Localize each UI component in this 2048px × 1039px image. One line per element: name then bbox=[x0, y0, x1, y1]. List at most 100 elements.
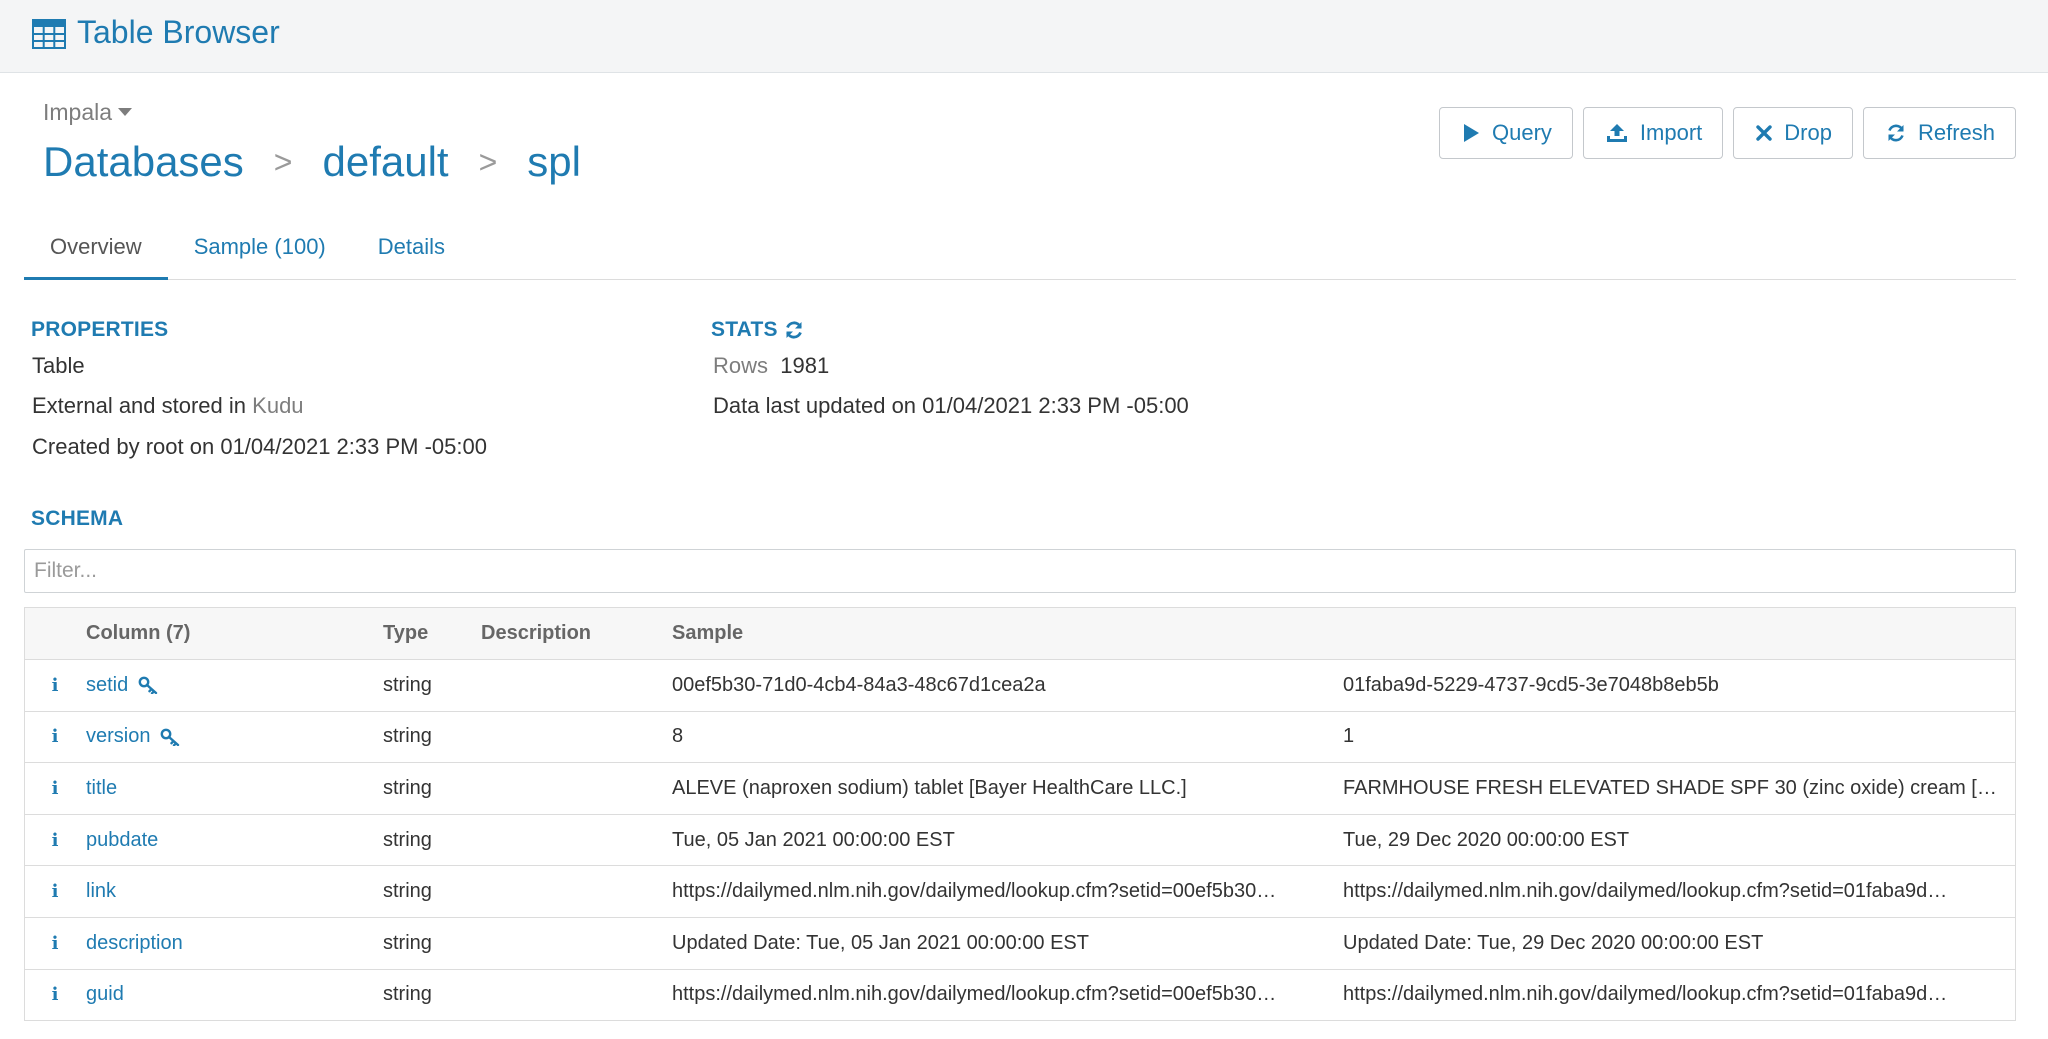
refresh-icon bbox=[1888, 124, 1904, 142]
caret-down-icon bbox=[118, 108, 133, 116]
stats-rows-value: 1981 bbox=[780, 353, 830, 378]
info-icon[interactable]: i bbox=[45, 712, 65, 763]
table-header-row: Column (7) Type Description Sample bbox=[25, 608, 2015, 659]
stats-header: STATS bbox=[711, 318, 804, 342]
drop-button[interactable]: Drop bbox=[1733, 107, 1853, 159]
sample-cell-2: https://dailymed.nlm.nih.gov/dailymed/lo… bbox=[1343, 866, 2011, 917]
column-name-link[interactable]: version bbox=[86, 725, 150, 748]
refresh-button-label: Refresh bbox=[1917, 120, 1995, 145]
column-name-cell: pubdate bbox=[86, 815, 376, 866]
play-icon bbox=[1463, 124, 1479, 142]
drop-button-label: Drop bbox=[1784, 120, 1832, 145]
sample-cell-2: Updated Date: Tue, 29 Dec 2020 00:00:00 … bbox=[1343, 918, 2011, 969]
query-button[interactable]: Query bbox=[1438, 107, 1573, 159]
sample-value-2: FARMHOUSE FRESH ELEVATED SHADE SPF 30 (z… bbox=[1343, 776, 1997, 799]
column-name-link[interactable]: link bbox=[86, 880, 116, 903]
sample-value-1: Updated Date: Tue, 05 Jan 2021 00:00:00 … bbox=[672, 931, 1089, 954]
sample-value-1: https://dailymed.nlm.nih.gov/dailymed/lo… bbox=[672, 983, 1277, 1006]
stats-last-updated: Data last updated on 01/04/2021 2:33 PM … bbox=[713, 393, 1189, 418]
property-created: Created by root on 01/04/2021 2:33 PM -0… bbox=[32, 434, 487, 459]
column-header-description[interactable]: Description bbox=[481, 608, 671, 659]
sample-cell-2: 01faba9d-5229-4737-9cd5-3e7048b8eb5b bbox=[1343, 660, 2011, 711]
info-icon[interactable]: i bbox=[45, 970, 65, 1021]
column-name-cell: setid bbox=[86, 660, 376, 711]
column-description-cell[interactable] bbox=[481, 866, 671, 917]
column-type-cell: string bbox=[383, 776, 432, 799]
tab-overview[interactable]: Overview bbox=[24, 226, 168, 280]
breadcrumb-table[interactable]: spl bbox=[527, 138, 581, 186]
upload-icon bbox=[1606, 124, 1627, 142]
column-description-cell[interactable] bbox=[481, 815, 671, 866]
sample-cell-2: https://dailymed.nlm.nih.gov/dailymed/lo… bbox=[1343, 970, 2011, 1021]
refresh-button[interactable]: Refresh bbox=[1862, 107, 2016, 159]
property-storage-prefix: External and stored in bbox=[32, 393, 247, 418]
property-storage: External and stored in Kudu bbox=[32, 392, 304, 420]
column-name-link[interactable]: pubdate bbox=[86, 829, 158, 852]
info-icon[interactable]: i bbox=[45, 918, 65, 969]
info-icon[interactable]: i bbox=[45, 815, 65, 866]
table-row: i title string ALEVE (naproxen sodium) tabl… bbox=[25, 762, 2015, 814]
breadcrumb: Databases > default > spl bbox=[43, 134, 581, 190]
sample-cell-2: Tue, 29 Dec 2020 00:00:00 EST bbox=[1343, 815, 2011, 866]
sample-value-1: Tue, 05 Jan 2021 00:00:00 EST bbox=[672, 828, 955, 851]
breadcrumb-databases[interactable]: Databases bbox=[43, 138, 244, 186]
breadcrumb-separator: > bbox=[478, 143, 498, 180]
schema-title: SCHEMA bbox=[31, 507, 124, 530]
column-description-cell[interactable] bbox=[481, 763, 671, 814]
property-storage-engine: Kudu bbox=[252, 393, 304, 418]
sample-value-1: 00ef5b30-71d0-4cb4-84a3-48c67d1cea2a bbox=[672, 673, 1046, 696]
sample-cell-1: Tue, 05 Jan 2021 00:00:00 EST bbox=[672, 815, 1342, 866]
column-name-cell: guid bbox=[86, 970, 376, 1021]
schema-filter-input[interactable] bbox=[24, 549, 2016, 593]
tab-details[interactable]: Details bbox=[352, 226, 471, 280]
column-name-link[interactable]: description bbox=[86, 932, 183, 955]
table-row: i description string Updated Date: Tue, 05 … bbox=[25, 916, 2015, 969]
sample-value-2: 01faba9d-5229-4737-9cd5-3e7048b8eb5b bbox=[1343, 673, 1719, 696]
top-bar: Table Browser bbox=[0, 0, 2048, 73]
column-type-cell: string bbox=[383, 673, 432, 696]
properties-title: PROPERTIES bbox=[31, 318, 169, 341]
breadcrumb-database[interactable]: default bbox=[322, 138, 448, 186]
sample-cell-2: 1 bbox=[1343, 712, 2011, 763]
stats-rows: Rows 1981 bbox=[713, 352, 829, 380]
sample-cell-2: FARMHOUSE FRESH ELEVATED SHADE SPF 30 (z… bbox=[1343, 763, 2011, 814]
column-header-type[interactable]: Type bbox=[383, 608, 473, 659]
sample-value-2: https://dailymed.nlm.nih.gov/dailymed/lo… bbox=[1343, 880, 1948, 903]
column-header-sample: Sample bbox=[672, 622, 744, 644]
sample-value-2: https://dailymed.nlm.nih.gov/dailymed/lo… bbox=[1343, 983, 1948, 1006]
tab-sample[interactable]: Sample (100) bbox=[168, 226, 352, 280]
import-button[interactable]: Import bbox=[1582, 107, 1724, 159]
column-name-link[interactable]: setid bbox=[86, 674, 128, 697]
sample-cell-1: 8 bbox=[672, 712, 1342, 763]
table-row: i setid string 00ef5b30-71d0-4cb4-84a3-48c6… bbox=[25, 659, 2015, 711]
sample-cell-1: Updated Date: Tue, 05 Jan 2021 00:00:00 … bbox=[672, 918, 1342, 969]
column-description-cell[interactable] bbox=[481, 970, 671, 1021]
sample-cell-1: https://dailymed.nlm.nih.gov/dailymed/lo… bbox=[672, 866, 1342, 917]
action-toolbar: Query Import Drop Refresh bbox=[1438, 107, 2016, 159]
column-name-link[interactable]: title bbox=[86, 777, 117, 800]
column-name-cell: title bbox=[86, 763, 376, 814]
schema-table: Column (7) Type Description Sample i seti… bbox=[24, 607, 2016, 1022]
column-type-cell: string bbox=[383, 983, 432, 1006]
column-type-cell: string bbox=[383, 931, 432, 954]
import-button-label: Import bbox=[1639, 120, 1703, 145]
table-icon bbox=[32, 19, 66, 49]
info-icon[interactable]: i bbox=[45, 763, 65, 814]
sample-value-2: Updated Date: Tue, 29 Dec 2020 00:00:00 … bbox=[1343, 931, 1764, 954]
breadcrumb-separator: > bbox=[273, 143, 293, 180]
column-type-cell: string bbox=[383, 880, 432, 903]
column-header-column[interactable]: Column (7) bbox=[86, 608, 376, 659]
engine-dropdown[interactable]: Impala bbox=[43, 97, 133, 127]
refresh-stats-icon[interactable] bbox=[784, 320, 804, 340]
info-icon[interactable]: i bbox=[45, 866, 65, 917]
engine-label: Impala bbox=[43, 99, 113, 125]
sample-value-2: 1 bbox=[1343, 725, 1355, 748]
column-description-cell[interactable] bbox=[481, 712, 671, 763]
column-name-link[interactable]: guid bbox=[86, 983, 124, 1006]
stats-rows-label: Rows bbox=[713, 353, 769, 378]
column-description-cell[interactable] bbox=[481, 918, 671, 969]
sample-cell-1: 00ef5b30-71d0-4cb4-84a3-48c67d1cea2a bbox=[672, 660, 1342, 711]
info-icon[interactable]: i bbox=[45, 660, 65, 711]
app-title: Table Browser bbox=[77, 14, 280, 50]
column-description-cell[interactable] bbox=[481, 660, 671, 711]
